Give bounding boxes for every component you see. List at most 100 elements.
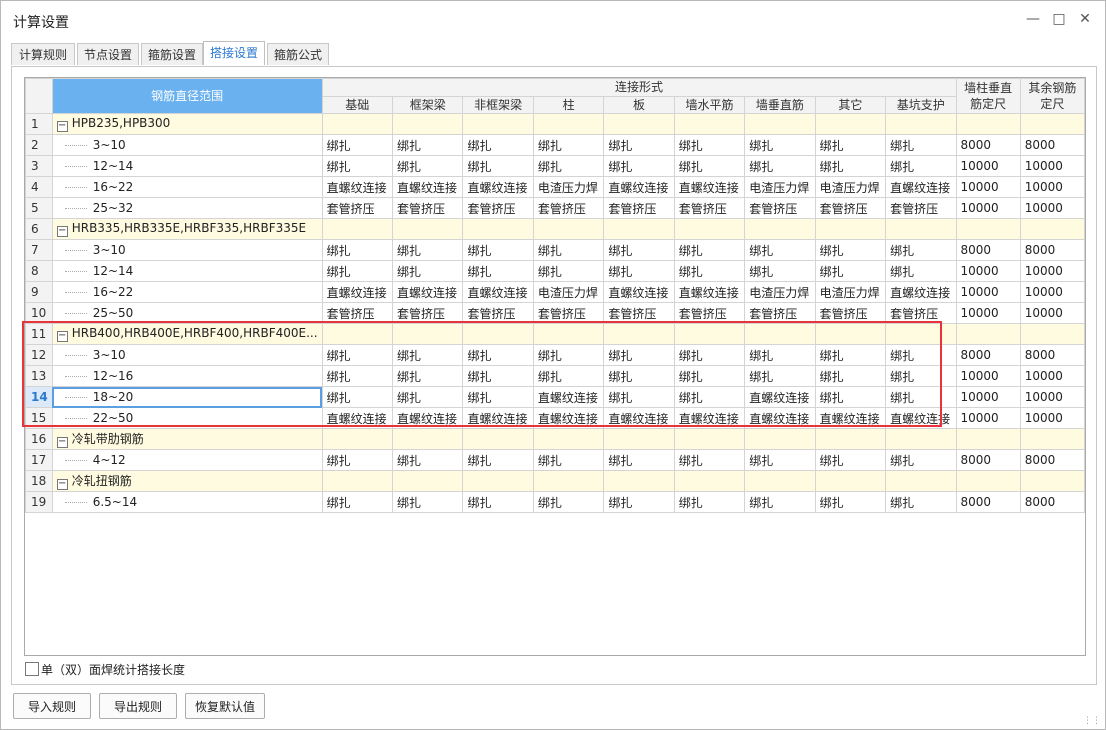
connection-cell[interactable]: 绑扎 xyxy=(603,491,675,513)
other-length-cell[interactable]: 10000 xyxy=(1019,302,1085,324)
connection-cell[interactable]: 直螺纹连接 xyxy=(885,176,957,198)
group-row[interactable]: 11− HRB400,HRB400E,HRBF400,HRBF400E... xyxy=(25,323,1085,345)
connection-cell[interactable]: 绑扎 xyxy=(462,239,534,261)
wall-length-cell[interactable] xyxy=(955,323,1021,345)
connection-cell[interactable]: 套管挤压 xyxy=(814,197,887,219)
connection-cell[interactable]: 绑扎 xyxy=(462,155,534,177)
connection-cell[interactable]: 绑扎 xyxy=(532,134,605,156)
connection-cell[interactable]: 绑扎 xyxy=(603,155,675,177)
conn-col-header[interactable]: 基坑支护 xyxy=(885,95,957,114)
connection-cell[interactable]: 绑扎 xyxy=(744,344,816,366)
collapse-icon[interactable]: − xyxy=(56,121,68,132)
connection-cell[interactable]: 直螺纹连接 xyxy=(885,281,957,303)
range-cell[interactable]: 16~22 xyxy=(51,281,323,303)
connection-cell[interactable]: 电渣压力焊 xyxy=(744,281,816,303)
other-length-header[interactable]: 其余钢筋定尺 xyxy=(1019,78,1085,114)
row-number[interactable]: 4 xyxy=(25,176,53,198)
connection-cell[interactable]: 绑扎 xyxy=(814,239,887,261)
connection-cell[interactable]: 直螺纹连接 xyxy=(462,281,534,303)
connection-cell[interactable]: 套管挤压 xyxy=(885,197,957,219)
connection-cell[interactable]: 绑扎 xyxy=(391,386,464,408)
connection-cell[interactable]: 绑扎 xyxy=(744,491,816,513)
row-number[interactable]: 1 xyxy=(25,113,53,135)
connection-cell[interactable]: 绑扎 xyxy=(744,260,816,282)
connection-cell[interactable] xyxy=(391,218,464,240)
connection-cell[interactable]: 直螺纹连接 xyxy=(462,176,534,198)
range-header[interactable]: 钢筋直径范围 xyxy=(51,78,323,114)
connection-cell[interactable]: 绑扎 xyxy=(814,386,887,408)
connection-cell[interactable] xyxy=(744,428,816,450)
connection-cell[interactable]: 绑扎 xyxy=(603,134,675,156)
connection-cell[interactable]: 绑扎 xyxy=(391,365,464,387)
connection-cell[interactable] xyxy=(673,470,746,492)
range-cell[interactable]: 3~10 xyxy=(51,239,323,261)
row-number[interactable]: 8 xyxy=(25,260,53,282)
connection-cell[interactable]: 绑扎 xyxy=(885,344,957,366)
connection-cell[interactable] xyxy=(814,428,887,450)
wall-length-cell[interactable] xyxy=(955,113,1021,135)
connection-cell[interactable]: 套管挤压 xyxy=(603,197,675,219)
export-rules-button[interactable]: 导出规则 xyxy=(99,693,177,719)
conn-col-header[interactable]: 基础 xyxy=(321,95,394,114)
group-row[interactable]: 1− HPB235,HPB300 xyxy=(25,113,1085,135)
connection-cell[interactable]: 绑扎 xyxy=(673,134,746,156)
connection-cell[interactable]: 绑扎 xyxy=(532,344,605,366)
connection-cell[interactable]: 套管挤压 xyxy=(744,302,816,324)
group-row[interactable]: 6− HRB335,HRB335E,HRBF335,HRBF335E xyxy=(25,218,1085,240)
table-row[interactable]: 7 3~10 绑扎 绑扎 绑扎 绑扎 绑扎 绑扎 绑扎 绑扎 绑扎 8000 8000 xyxy=(25,239,1085,261)
connection-cell[interactable]: 绑扎 xyxy=(321,449,394,471)
connection-cell[interactable]: 直螺纹连接 xyxy=(673,281,746,303)
wall-length-cell[interactable]: 10000 xyxy=(955,176,1021,198)
connection-cell[interactable] xyxy=(603,470,675,492)
table-row[interactable]: 9 16~22 直螺纹连接 直螺纹连接 直螺纹连接 电渣压力焊 直螺纹连接 直螺纹连接 电渣压力… xyxy=(25,281,1085,303)
table-row[interactable]: 2 3~10 绑扎 绑扎 绑扎 绑扎 绑扎 绑扎 绑扎 绑扎 绑扎 8000 8000 xyxy=(25,134,1085,156)
connection-cell[interactable]: 直螺纹连接 xyxy=(391,281,464,303)
collapse-icon[interactable]: − xyxy=(56,331,68,342)
connection-cell[interactable]: 绑扎 xyxy=(391,344,464,366)
table-row[interactable]: 13 12~16 绑扎 绑扎 绑扎 绑扎 绑扎 绑扎 绑扎 绑扎 绑扎 10000 10000 xyxy=(25,365,1085,387)
connection-cell[interactable]: 绑扎 xyxy=(814,155,887,177)
other-length-cell[interactable]: 8000 xyxy=(1019,344,1085,366)
connection-cell[interactable]: 直螺纹连接 xyxy=(321,281,394,303)
connection-cell[interactable]: 绑扎 xyxy=(814,260,887,282)
other-length-cell[interactable]: 10000 xyxy=(1019,281,1085,303)
connection-cell[interactable]: 绑扎 xyxy=(814,344,887,366)
maximize-icon[interactable]: □ xyxy=(1051,11,1067,27)
conn-col-header[interactable]: 墙水平筋 xyxy=(673,95,746,114)
connection-cell[interactable]: 绑扎 xyxy=(321,365,394,387)
connection-cell[interactable]: 绑扎 xyxy=(462,365,534,387)
row-number[interactable]: 15 xyxy=(25,407,53,429)
range-cell[interactable]: 12~14 xyxy=(51,260,323,282)
connection-cell[interactable] xyxy=(814,113,887,135)
connection-cell[interactable]: 绑扎 xyxy=(321,491,394,513)
connection-cell[interactable]: 绑扎 xyxy=(814,491,887,513)
table-row[interactable]: 5 25~32 套管挤压 套管挤压 套管挤压 套管挤压 套管挤压 套管挤压 套管挤压 套管挤压 套管… xyxy=(25,197,1085,219)
connection-cell[interactable]: 绑扎 xyxy=(532,155,605,177)
wall-length-cell[interactable]: 10000 xyxy=(955,386,1021,408)
conn-col-header[interactable]: 其它 xyxy=(814,95,887,114)
wall-length-cell[interactable]: 8000 xyxy=(955,134,1021,156)
tab-stirrup-formula[interactable]: 箍筋公式 xyxy=(267,43,329,65)
connection-cell[interactable]: 绑扎 xyxy=(462,260,534,282)
connection-cell[interactable]: 绑扎 xyxy=(391,134,464,156)
connection-cell[interactable] xyxy=(462,470,534,492)
connection-cell[interactable] xyxy=(603,218,675,240)
table-row[interactable]: 3 12~14 绑扎 绑扎 绑扎 绑扎 绑扎 绑扎 绑扎 绑扎 绑扎 10000 10000 xyxy=(25,155,1085,177)
connection-cell[interactable]: 绑扎 xyxy=(744,134,816,156)
wall-length-header[interactable]: 墙柱垂直筋定尺 xyxy=(955,78,1021,114)
row-number[interactable]: 10 xyxy=(25,302,53,324)
wall-length-cell[interactable] xyxy=(955,218,1021,240)
connection-cell[interactable]: 直螺纹连接 xyxy=(532,407,605,429)
row-number[interactable]: 7 xyxy=(25,239,53,261)
connection-cell[interactable]: 绑扎 xyxy=(885,365,957,387)
row-number[interactable]: 6 xyxy=(25,218,53,240)
other-length-cell[interactable]: 10000 xyxy=(1019,365,1085,387)
connection-cell[interactable]: 绑扎 xyxy=(885,260,957,282)
connection-cell[interactable] xyxy=(391,428,464,450)
connection-cell[interactable] xyxy=(532,323,605,345)
connection-cell[interactable]: 绑扎 xyxy=(532,365,605,387)
other-length-cell[interactable]: 10000 xyxy=(1019,176,1085,198)
table-row[interactable]: 19 6.5~14 绑扎 绑扎 绑扎 绑扎 绑扎 绑扎 绑扎 绑扎 绑扎 8000 8000 xyxy=(25,491,1085,513)
connection-cell[interactable] xyxy=(673,218,746,240)
row-number[interactable]: 14 xyxy=(25,386,53,408)
